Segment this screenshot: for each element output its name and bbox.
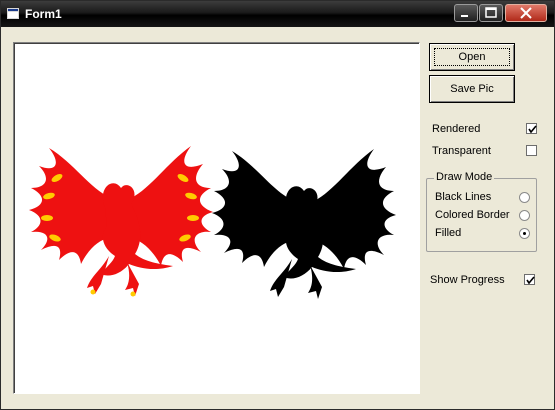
- focus-rect: [434, 48, 510, 66]
- close-button[interactable]: [505, 4, 547, 22]
- maximize-icon: [485, 7, 497, 18]
- window-title: Form1: [25, 7, 62, 21]
- show-progress-checkbox[interactable]: [524, 274, 535, 285]
- colored-border-label: Colored Border: [435, 209, 510, 221]
- black-lines-radio[interactable]: [519, 192, 530, 203]
- app-icon[interactable]: [7, 8, 19, 19]
- minimize-button[interactable]: [454, 4, 478, 22]
- phoenix-image-colored: [29, 146, 213, 297]
- transparent-checkbox[interactable]: [526, 145, 537, 156]
- radio-selected-dot: [523, 232, 526, 235]
- save-pic-button-label: Save Pic: [450, 83, 494, 95]
- phoenix-image-black: [212, 149, 396, 299]
- black-lines-label: Black Lines: [435, 191, 492, 203]
- picture-canvas: [29, 146, 396, 299]
- transparent-label: Transparent: [432, 145, 491, 157]
- client-area: Open Save Pic Rendered Transparent Draw …: [4, 27, 551, 406]
- colored-border-radio[interactable]: [519, 210, 530, 221]
- filled-radio[interactable]: [519, 228, 530, 239]
- draw-mode-title: Draw Mode: [434, 171, 495, 183]
- form1-window: Form1 Open Save Pic Rendered Transparent…: [0, 0, 555, 410]
- rendered-label: Rendered: [432, 123, 481, 135]
- open-button[interactable]: Open: [429, 43, 515, 71]
- save-pic-button[interactable]: Save Pic: [429, 75, 515, 103]
- close-icon: [520, 7, 532, 19]
- minimize-icon: [461, 15, 468, 17]
- filled-label: Filled: [435, 227, 462, 239]
- show-progress-label: Show Progress: [430, 274, 505, 286]
- checkmark-icon: [528, 125, 537, 134]
- maximize-button[interactable]: [479, 4, 503, 22]
- checkmark-icon: [526, 276, 535, 285]
- rendered-checkbox[interactable]: [526, 123, 537, 134]
- title-bar[interactable]: Form1: [1, 1, 554, 27]
- picture-box[interactable]: [13, 42, 420, 394]
